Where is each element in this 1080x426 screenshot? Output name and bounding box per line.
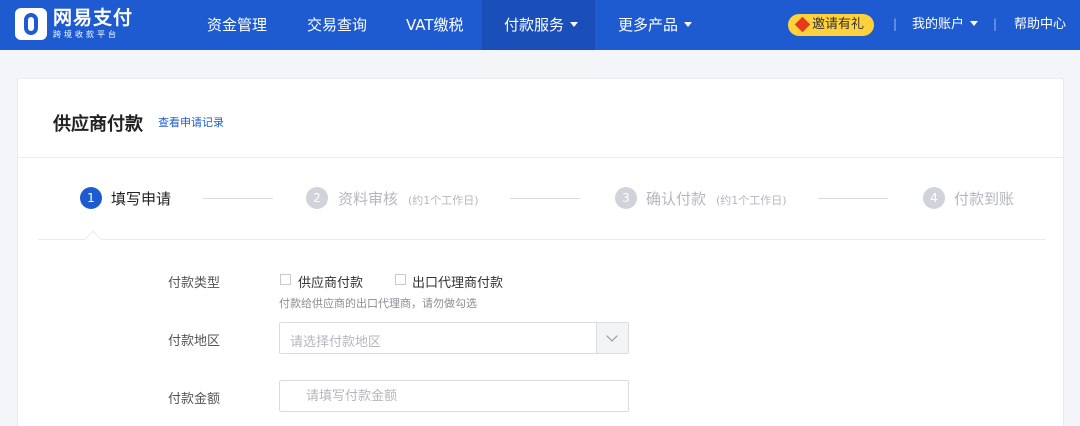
step-1-label: 填写申请 (111, 190, 172, 208)
nav-separator: | (993, 17, 998, 31)
supplier-payment-card: 供应商付款 查看申请记录 1 填写申请 2 资料审核 (约1个工作日) 3 确认付… (17, 78, 1064, 426)
brand-logo[interactable]: 网易支付 跨境收款平台 (15, 8, 133, 40)
step-1-number: 1 (80, 187, 102, 209)
step-3-number: 3 (615, 187, 637, 209)
brand-subtitle: 跨境收款平台 (53, 30, 119, 39)
step-4-number: 4 (923, 187, 945, 209)
supplier-payment-option-label[interactable]: 供应商付款 (298, 272, 363, 291)
export-agent-payment-checkbox[interactable] (395, 274, 406, 285)
chevron-down-icon (684, 22, 693, 27)
nav-separator: | (893, 17, 898, 31)
nav-item-transactions[interactable]: 交易查询 (307, 0, 367, 50)
brand-title: 网易支付 (53, 7, 134, 29)
my-account-menu[interactable]: 我的账户 (912, 0, 979, 50)
payment-type-hint: 付款给供应商的出口代理商，请勿做勾选 (279, 297, 477, 310)
logo-icon (15, 8, 47, 40)
region-dropdown-button[interactable] (596, 323, 628, 353)
gift-icon (794, 16, 811, 33)
payment-amount-label: 付款金额 (168, 392, 221, 407)
step-3-label: 确认付款 (约1个工作日) (646, 190, 787, 208)
export-agent-payment-option-label[interactable]: 出口代理商付款 (412, 272, 503, 291)
payment-amount-field-wrapper (279, 380, 629, 412)
nav-item-payment-services[interactable]: 付款服务 (482, 0, 595, 50)
chevron-down-icon (970, 21, 979, 26)
chevron-down-icon (606, 330, 618, 342)
payment-region-label: 付款地区 (168, 334, 221, 349)
nav-item-funds[interactable]: 资金管理 (207, 0, 267, 50)
invite-button[interactable]: 邀请有礼 (788, 14, 874, 36)
nav-item-vat[interactable]: VAT缴税 (406, 0, 464, 50)
payment-region-placeholder: 请选择付款地区 (290, 335, 382, 350)
steps-divider (38, 239, 1046, 240)
payment-region-select[interactable]: 请选择付款地区 (279, 322, 629, 354)
payment-amount-input[interactable] (280, 381, 628, 411)
step-3-note: (约1个工作日) (716, 194, 787, 207)
step-connector (203, 198, 273, 199)
active-step-pointer (84, 230, 102, 248)
help-center-link[interactable]: 帮助中心 (1014, 0, 1066, 50)
step-2-note: (约1个工作日) (408, 194, 479, 207)
nav-item-more-products[interactable]: 更多产品 (618, 0, 693, 50)
payment-type-label: 付款类型 (168, 276, 221, 291)
chevron-down-icon (570, 22, 579, 27)
step-2-number: 2 (306, 187, 328, 209)
step-4-label: 付款到账 (954, 190, 1015, 208)
supplier-payment-checkbox[interactable] (280, 274, 291, 285)
step-connector (510, 198, 580, 199)
application-history-link[interactable]: 查看申请记录 (158, 114, 224, 130)
page-title: 供应商付款 (53, 114, 143, 135)
step-connector (818, 198, 888, 199)
top-nav-bar: 网易支付 跨境收款平台 资金管理 交易查询 VAT缴税 付款服务 更多产品 邀请… (0, 0, 1080, 50)
step-2-label: 资料审核 (约1个工作日) (338, 190, 479, 208)
card-header: 供应商付款 查看申请记录 (18, 79, 1063, 158)
